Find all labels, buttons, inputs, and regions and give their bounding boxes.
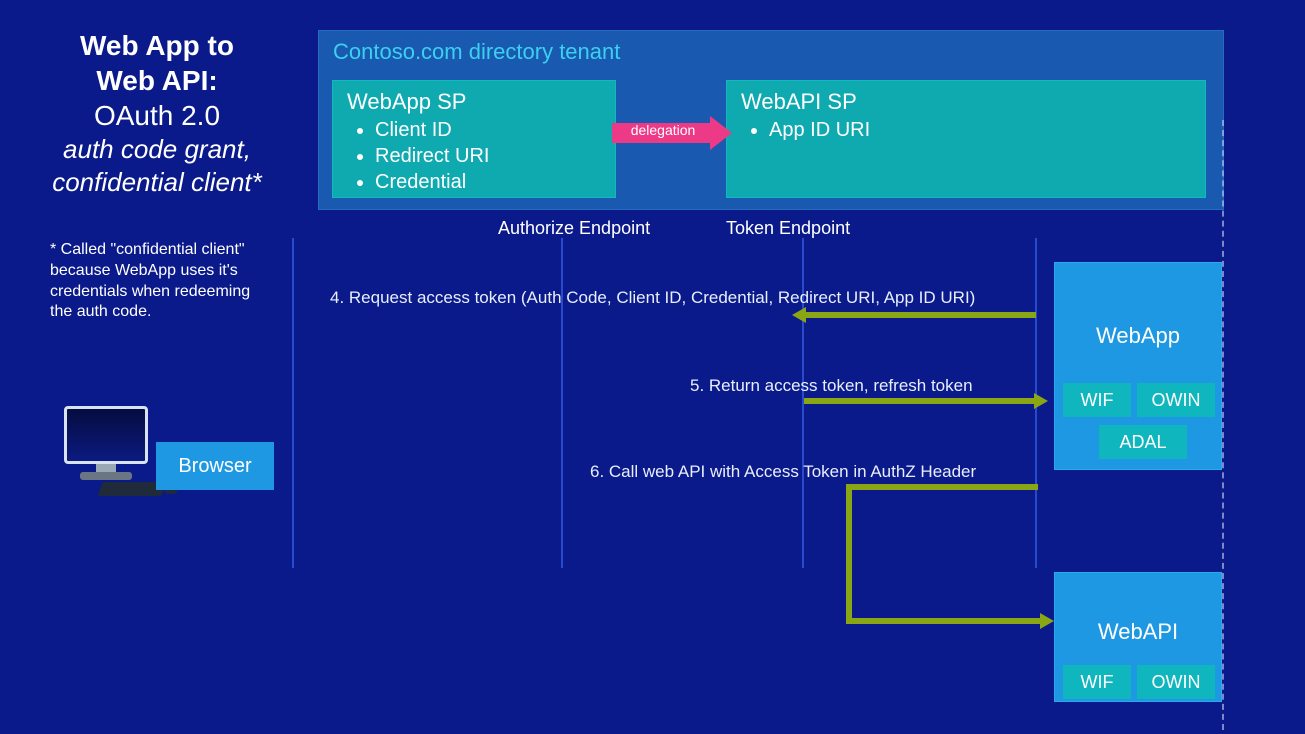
tenant-title: Contoso.com directory tenant — [333, 39, 1209, 65]
chip-wif: WIF — [1063, 665, 1131, 699]
lifeline-browser — [292, 238, 294, 568]
webapp-box: WebApp WIF OWIN ADAL — [1054, 262, 1222, 470]
token-endpoint-label: Token Endpoint — [726, 218, 850, 239]
webapp-label: WebApp — [1055, 323, 1221, 349]
webapp-sp-title: WebApp SP — [347, 89, 601, 115]
authorize-endpoint-label: Authorize Endpoint — [498, 218, 650, 239]
title-line3: OAuth 2.0 — [22, 98, 292, 133]
webapi-label: WebAPI — [1055, 619, 1221, 645]
title-block: Web App to Web API: OAuth 2.0 auth code … — [22, 28, 292, 198]
webapp-sp-item: Client ID — [375, 117, 601, 143]
title-line5: confidential client* — [22, 166, 292, 199]
footnote-text: * Called "confidential client" because W… — [50, 240, 260, 323]
webapi-sp-item: App ID URI — [769, 117, 1191, 143]
monitor-icon — [56, 406, 166, 496]
step-4-text: 4. Request access token (Auth Code, Clie… — [330, 288, 975, 308]
webapi-sp-box: WebAPI SP App ID URI — [726, 80, 1206, 198]
title-line2: Web API: — [22, 63, 292, 98]
dashed-connector — [1222, 120, 1224, 730]
chip-owin: OWIN — [1137, 383, 1215, 417]
delegation-label: delegation — [616, 122, 710, 138]
step-5-text: 5. Return access token, refresh token — [690, 376, 973, 396]
step-6-text: 6. Call web API with Access Token in Aut… — [590, 462, 976, 482]
webapi-sp-title: WebAPI SP — [741, 89, 1191, 115]
webapp-sp-box: WebApp SP Client ID Redirect URI Credent… — [332, 80, 616, 198]
browser-label: Browser — [178, 455, 251, 478]
browser-box: Browser — [156, 442, 274, 490]
chip-adal: ADAL — [1099, 425, 1187, 459]
webapi-box: WebAPI WIF OWIN — [1054, 572, 1222, 702]
title-line4: auth code grant, — [22, 133, 292, 166]
chip-owin: OWIN — [1137, 665, 1215, 699]
chip-wif: WIF — [1063, 383, 1131, 417]
webapp-sp-item: Credential — [375, 169, 601, 195]
webapp-sp-item: Redirect URI — [375, 143, 601, 169]
title-line1: Web App to — [22, 28, 292, 63]
